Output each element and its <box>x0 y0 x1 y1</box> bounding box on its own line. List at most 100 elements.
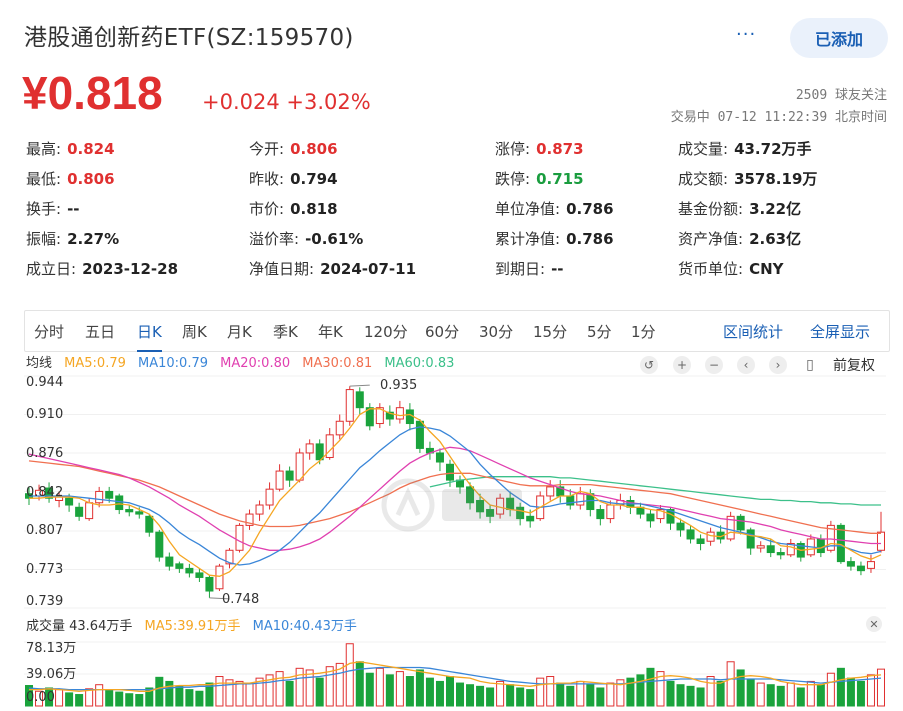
volume-bar <box>466 684 475 707</box>
candle <box>175 563 184 569</box>
volume-bar <box>736 669 745 707</box>
candle <box>165 556 174 567</box>
volume-legend: 成交量 43.64万手 MA5:39.91万手 MA10:40.43万手 <box>26 615 365 634</box>
volume-bar <box>486 687 495 707</box>
volume-bar <box>125 693 134 707</box>
candle <box>255 504 264 515</box>
candle <box>576 493 585 506</box>
volume-bar <box>385 674 394 707</box>
y-tick-label: 0.739 <box>26 594 64 609</box>
volume-bar <box>726 661 735 707</box>
candle <box>686 529 695 540</box>
volume-bar <box>766 684 775 707</box>
volume-bar <box>836 667 845 707</box>
volume-bar <box>826 672 835 707</box>
volume-bar <box>706 676 715 707</box>
volume-bar <box>846 677 855 707</box>
candle <box>766 545 775 554</box>
candle <box>185 567 194 574</box>
volume-bar <box>395 671 404 707</box>
volume-bar <box>556 682 565 707</box>
volume-bar <box>746 679 755 707</box>
candle <box>75 506 84 517</box>
candle <box>646 513 655 522</box>
volume-bar <box>105 689 114 707</box>
volume-bar <box>95 684 104 707</box>
high-marker <box>349 384 370 387</box>
volume-bar <box>666 680 675 707</box>
candle <box>435 452 444 463</box>
volume-bar <box>796 687 805 707</box>
volume-ma5-legend: MA5:39.91万手 <box>144 619 241 634</box>
close-volume-icon[interactable]: ✕ <box>866 616 882 632</box>
y-tick-label: 0.944 <box>26 375 64 390</box>
volume-bar <box>456 682 465 707</box>
volume-bar <box>415 669 424 707</box>
y-tick-label: 0.910 <box>26 407 64 422</box>
vol-tick-label: 78.13万 <box>26 641 77 656</box>
volume-bar <box>185 689 194 707</box>
vol-tick-label: 39.06万 <box>26 667 77 682</box>
candle <box>105 490 114 499</box>
volume-bar <box>275 671 284 707</box>
volume-bar <box>516 687 525 707</box>
volume-bar <box>636 674 645 707</box>
volume-bar <box>576 680 585 707</box>
y-tick-label: 0.842 <box>26 485 64 500</box>
candle <box>395 407 404 420</box>
y-tick-label: 0.773 <box>26 562 64 577</box>
volume-bar <box>75 694 84 707</box>
volume-bar <box>165 680 174 707</box>
volume-bar <box>476 685 485 707</box>
volume-bar <box>435 680 444 707</box>
candle <box>145 515 154 533</box>
volume-bar <box>295 667 304 707</box>
snowball-watermark-icon <box>381 478 522 532</box>
candle <box>606 504 615 520</box>
volume-bar <box>716 680 725 707</box>
candle <box>345 389 354 422</box>
volume-bar <box>676 684 685 707</box>
volume-legend-total: 成交量 43.64万手 <box>26 619 133 634</box>
candle <box>756 545 765 549</box>
volume-bar <box>776 685 785 707</box>
candle <box>285 470 294 481</box>
y-tick-label: 0.807 <box>26 523 64 538</box>
volume-bar <box>856 680 865 707</box>
volume-bar <box>425 677 434 707</box>
candle <box>706 531 715 542</box>
candle <box>746 529 755 549</box>
candle <box>315 443 324 461</box>
candle <box>65 497 74 506</box>
candle <box>355 391 364 409</box>
y-tick-label: 0.876 <box>26 446 64 461</box>
volume-bar <box>526 689 535 707</box>
candle <box>676 522 685 531</box>
candle <box>265 488 274 506</box>
volume-bar <box>135 694 144 707</box>
candle <box>415 420 424 449</box>
volume-bar <box>405 676 414 707</box>
candle <box>275 470 284 490</box>
volume-bar <box>606 682 615 707</box>
kline-chart[interactable] <box>0 0 903 711</box>
volume-bar <box>786 682 795 707</box>
high-annotation: 0.935 <box>380 378 418 393</box>
volume-bar <box>686 685 695 707</box>
volume-bar <box>85 688 94 707</box>
volume-bar <box>365 672 374 707</box>
candle <box>235 524 244 551</box>
volume-bar <box>546 676 555 707</box>
volume-bar <box>345 643 354 707</box>
candle <box>335 420 344 436</box>
volume-ma10-legend: MA10:40.43万手 <box>252 619 357 634</box>
volume-bar <box>215 676 224 707</box>
candle <box>776 552 785 556</box>
candle <box>816 538 825 554</box>
volume-bar <box>696 687 705 707</box>
candle <box>125 509 134 513</box>
candle <box>205 576 214 592</box>
volume-bar <box>235 680 244 707</box>
volume-bar <box>375 667 384 707</box>
candle <box>866 561 875 569</box>
